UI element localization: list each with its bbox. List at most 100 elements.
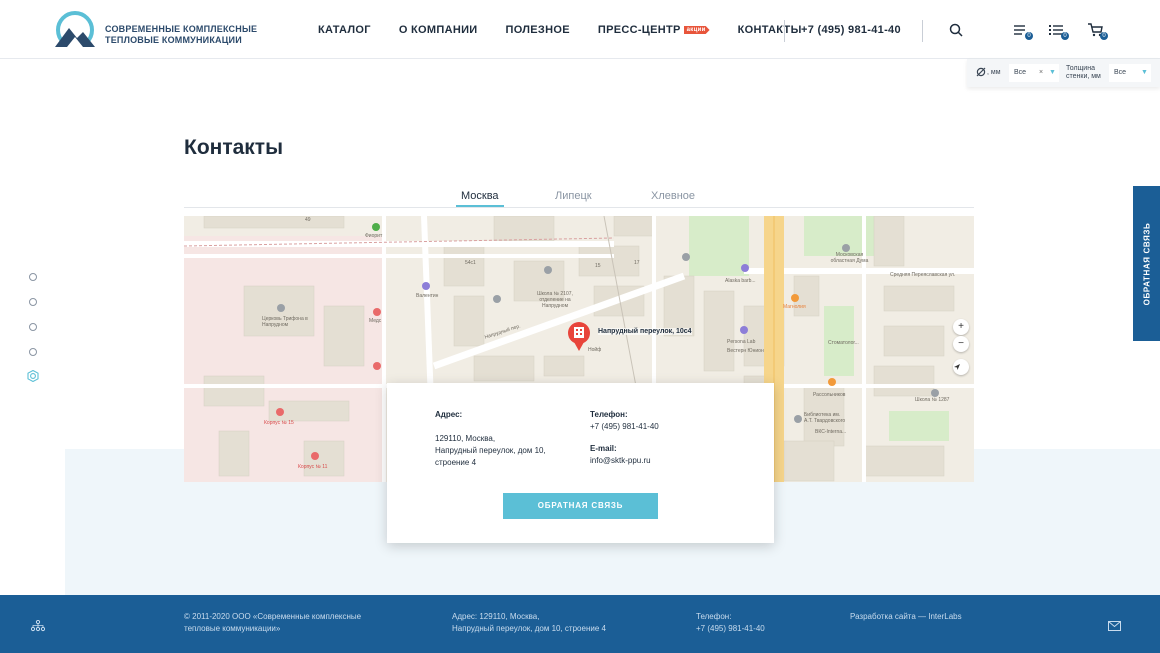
map-label: Persona Lab [727, 339, 756, 345]
mail-icon[interactable] [1108, 621, 1121, 631]
map-pin-label: Напрудный переулок, 10с4 [598, 328, 692, 335]
address-label: Адрес: [435, 410, 463, 419]
map-label: Стоматолог... [828, 340, 859, 346]
cart-button[interactable]: 0 [1087, 22, 1108, 40]
cart-count: 0 [1100, 32, 1108, 40]
nav-press-center[interactable]: ПРЕСС-ЦЕНТР акции [598, 24, 710, 38]
address-line-2: Напрудный переулок, дом 10, [435, 446, 546, 455]
favorites-count: 0 [1061, 32, 1069, 40]
tab-lipetsk[interactable]: Липецк [555, 190, 592, 202]
section-dot-3[interactable] [29, 323, 37, 331]
nav-about[interactable]: О КОМПАНИИ [399, 24, 478, 38]
phone-value[interactable]: +7 (495) 981-41-40 [590, 421, 659, 433]
section-dot-1[interactable] [29, 273, 37, 281]
site-footer: © 2011-2020 ООО «Современные комплексные… [0, 595, 1160, 653]
divider [922, 20, 923, 42]
city-tabs: Москва Липецк Хлевное [184, 190, 974, 208]
thickness-label: Толщина стенки, мм [1066, 65, 1101, 81]
map-label: Медс [369, 318, 382, 324]
side-feedback-button[interactable]: ОБРАТНАЯ СВЯЗЬ [1133, 186, 1160, 341]
map-label: Магнолия [783, 304, 806, 310]
site-header: СОВРЕМЕННЫЕ КОМПЛЕКСНЫЕ ТЕПЛОВЫЕ КОММУНИ… [0, 0, 1160, 59]
footer-phone: Телефон: +7 (495) 981-41-40 [696, 611, 765, 635]
section-dot-2[interactable] [29, 298, 37, 306]
mountain-logo-icon[interactable] [53, 10, 97, 47]
map-label: Московская областная Дума [830, 252, 869, 264]
thickness-label-line1: Толщина [1066, 65, 1095, 72]
active-tab-indicator [456, 205, 504, 207]
footer-address-line-1: Адрес: 129110, Москва, [452, 612, 540, 621]
footer-phone-label: Телефон: [696, 612, 732, 621]
brand-name-line1: СОВРЕМЕННЫЕ КОМПЛЕКСНЫЕ [105, 24, 258, 34]
map-label: Школа № 2107, отделение на Напрудном [537, 291, 573, 309]
map-label: 17 [634, 260, 640, 266]
promo-badge: акции [683, 26, 710, 34]
diameter-icon [976, 67, 986, 77]
nav-catalog[interactable]: КАТАЛОГ [318, 24, 371, 38]
navigation-arrow-icon [954, 364, 960, 370]
map-label: Библиотека им. А.Т. Твардовского [804, 412, 846, 424]
map-label: 49 [305, 217, 311, 223]
map-label: Валентин [416, 293, 439, 299]
footer-address: Адрес: 129110, Москва, Напрудный переуло… [452, 611, 606, 635]
divider [784, 20, 785, 42]
header-phone[interactable]: +7 (495) 981-41-40 [801, 24, 901, 36]
location-pin-icon[interactable] [568, 322, 590, 351]
address-value: 129110, Москва, Напрудный переулок, дом … [435, 433, 546, 469]
zoom-out-button[interactable]: − [953, 336, 969, 352]
thickness-value: Все [1114, 69, 1127, 76]
contact-card: Адрес: 129110, Москва, Напрудный переуло… [387, 383, 774, 543]
sitemap-icon[interactable] [31, 620, 45, 632]
map-label: 15 [595, 263, 601, 269]
map-label: Рассольников [813, 392, 846, 398]
compare-count: 0 [1025, 32, 1033, 40]
brand-name[interactable]: СОВРЕМЕННЫЕ КОМПЛЕКСНЫЕ ТЕПЛОВЫЕ КОММУНИ… [105, 24, 257, 46]
email-label: E-mail: [590, 444, 617, 453]
diameter-label: , мм [987, 69, 1001, 76]
tab-khlevnoe[interactable]: Хлевное [651, 190, 695, 202]
main-nav: КАТАЛОГ О КОМПАНИИ ПОЛЕЗНОЕ ПРЕСС-ЦЕНТР а… [318, 24, 830, 38]
diameter-select[interactable]: Все × ▼ [1009, 64, 1059, 82]
locate-button[interactable] [953, 359, 969, 375]
footer-address-line-2: Напрудный переулок, дом 10, строение 4 [452, 624, 606, 633]
pipe-filter: , мм Все × ▼ Толщина стенки, мм Все ▼ [967, 59, 1160, 87]
map-label: Нойф [588, 347, 602, 353]
copyright-line-2: тепловые коммуникации» [184, 624, 281, 633]
map-label: ВКС-Interna... [815, 429, 847, 435]
copyright-line-1: © 2011-2020 ООО «Современные комплексные [184, 612, 362, 621]
search-icon[interactable] [948, 22, 966, 38]
nav-contacts[interactable]: КОНТАКТЫ [738, 24, 802, 38]
chevron-down-icon: ▼ [1049, 69, 1056, 76]
map-label: 54с1 [465, 260, 476, 266]
nav-useful[interactable]: ПОЛЕЗНОЕ [505, 24, 569, 38]
map-label: Корпус № 15 [264, 420, 294, 426]
thickness-select[interactable]: Все ▼ [1109, 64, 1151, 82]
section-dot-4[interactable] [29, 348, 37, 356]
section-dot-active[interactable] [27, 370, 39, 382]
email-value[interactable]: info@sktk-ppu.ru [590, 455, 651, 467]
feedback-button[interactable]: ОБРАТНАЯ СВЯЗЬ [503, 493, 658, 519]
nav-press-center-label: ПРЕСС-ЦЕНТР [597, 24, 681, 36]
page: СОВРЕМЕННЫЕ КОМПЛЕКСНЫЕ ТЕПЛОВЫЕ КОММУНИ… [0, 0, 1160, 653]
footer-developer-link[interactable]: Разработка сайта — InterLabs [850, 611, 962, 623]
diameter-value: Все [1014, 69, 1027, 76]
brand-name-line2: ТЕПЛОВЫЕ КОММУНИКАЦИИ [105, 35, 242, 45]
phone-label: Телефон: [590, 410, 628, 419]
clear-icon[interactable]: × [1039, 69, 1043, 76]
favorites-button[interactable]: 0 [1048, 22, 1069, 40]
thickness-label-line2: стенки, мм [1066, 73, 1101, 80]
side-feedback-label: ОБРАТНАЯ СВЯЗЬ [1142, 222, 1151, 305]
chevron-down-icon: ▼ [1141, 69, 1148, 76]
tab-moscow[interactable]: Москва [461, 190, 499, 202]
map-label: Школа № 1287 [915, 397, 950, 403]
map-label: Средняя Переяславская ул. [890, 272, 956, 278]
address-line-1: 129110, Москва, [435, 434, 496, 443]
map-label: Корпус № 11 [298, 464, 328, 470]
map-label: Вестерн Юнион [727, 348, 764, 354]
footer-copyright: © 2011-2020 ООО «Современные комплексные… [184, 611, 361, 635]
page-title: Контакты [184, 136, 284, 159]
map-label: Alaska barb... [725, 278, 756, 284]
footer-phone-value[interactable]: +7 (495) 981-41-40 [696, 623, 765, 635]
zoom-in-button[interactable]: + [953, 319, 969, 335]
compare-button[interactable]: 0 [1012, 22, 1033, 40]
